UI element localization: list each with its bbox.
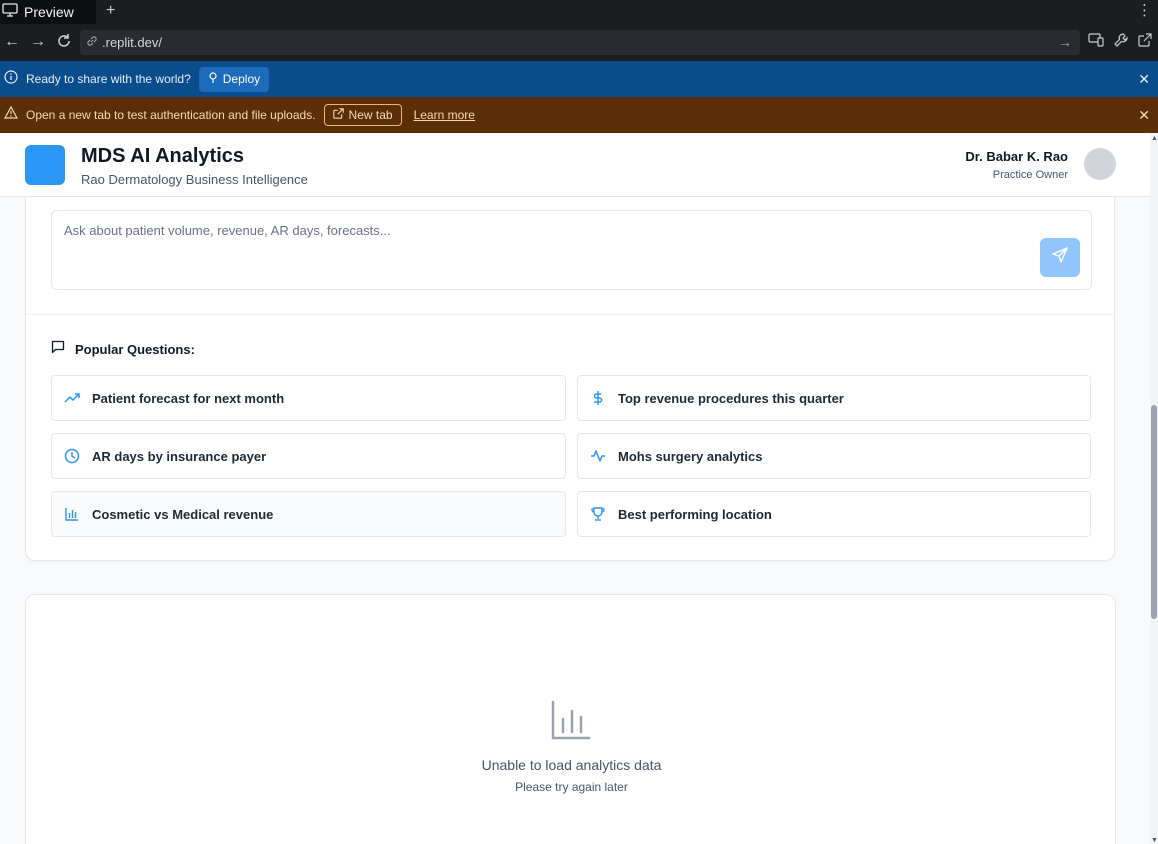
monitor-icon bbox=[2, 2, 18, 22]
bar-chart-icon bbox=[550, 699, 592, 746]
analytics-error-title: Unable to load analytics data bbox=[481, 757, 662, 773]
forward-arrow-icon[interactable]: → bbox=[30, 33, 46, 51]
app-subtitle: Rao Dermatology Business Intelligence bbox=[81, 172, 308, 187]
deploy-button[interactable]: Deploy bbox=[198, 66, 270, 92]
send-button[interactable] bbox=[1040, 238, 1080, 277]
scroll-down-icon[interactable]: ▼ bbox=[1151, 837, 1158, 844]
devices-icon[interactable] bbox=[1088, 33, 1104, 50]
tab-preview[interactable]: Preview bbox=[0, 0, 96, 24]
question-label: Patient forecast for next month bbox=[92, 390, 285, 406]
question-patient-forecast[interactable]: Patient forecast for next month bbox=[51, 375, 566, 421]
question-best-location[interactable]: Best performing location bbox=[577, 491, 1091, 537]
deploy-banner-text: Ready to share with the world? bbox=[26, 72, 191, 86]
deploy-button-label: Deploy bbox=[222, 72, 261, 86]
more-menu-icon[interactable]: ⋮ bbox=[1137, 1, 1152, 19]
clock-icon bbox=[64, 448, 80, 464]
question-label: Cosmetic vs Medical revenue bbox=[92, 506, 274, 522]
external-link-icon bbox=[332, 108, 344, 122]
analytics-card: Unable to load analytics data Please try… bbox=[25, 594, 1116, 844]
browser-toolbar-icons bbox=[1088, 33, 1152, 50]
app-logo bbox=[25, 145, 65, 185]
warning-icon bbox=[3, 105, 19, 124]
avatar[interactable] bbox=[1084, 148, 1116, 180]
close-deploy-banner-icon[interactable]: ✕ bbox=[1138, 71, 1150, 88]
url-input[interactable]: .replit.dev/ → bbox=[80, 30, 1080, 55]
question-ar-days[interactable]: AR days by insurance payer bbox=[51, 433, 566, 479]
go-arrow-icon[interactable]: → bbox=[1058, 34, 1072, 50]
deploy-icon bbox=[208, 71, 218, 87]
question-top-revenue[interactable]: Top revenue procedures this quarter bbox=[577, 375, 1091, 421]
external-link-icon[interactable] bbox=[1138, 33, 1152, 50]
scroll-thumb[interactable] bbox=[1151, 405, 1157, 619]
question-mohs-surgery[interactable]: Mohs surgery analytics bbox=[577, 433, 1091, 479]
page-scrollbar[interactable]: ▲ ▼ bbox=[1150, 133, 1158, 844]
app-title: MDS AI Analytics bbox=[81, 145, 244, 167]
back-arrow-icon[interactable]: ← bbox=[4, 33, 20, 51]
send-icon bbox=[1052, 247, 1068, 268]
user-role: Practice Owner bbox=[992, 169, 1068, 181]
analytics-error-subtitle: Please try again later bbox=[515, 780, 628, 794]
question-label: AR days by insurance payer bbox=[92, 448, 267, 464]
trophy-icon bbox=[590, 506, 606, 522]
learn-more-link[interactable]: Learn more bbox=[414, 108, 475, 122]
chat-input[interactable]: Ask about patient volume, revenue, AR da… bbox=[51, 210, 1092, 290]
popular-questions-heading: Popular Questions: bbox=[51, 340, 195, 359]
app-header: MDS AI Analytics Rao Dermatology Busines… bbox=[0, 133, 1150, 197]
chat-card: Ask about patient volume, revenue, AR da… bbox=[25, 190, 1115, 561]
divider bbox=[26, 314, 1114, 315]
auth-banner-text: Open a new tab to test authentication an… bbox=[26, 108, 316, 122]
link-icon bbox=[86, 34, 98, 52]
question-cosmetic-vs-medical[interactable]: Cosmetic vs Medical revenue bbox=[51, 491, 566, 537]
chat-placeholder: Ask about patient volume, revenue, AR da… bbox=[64, 223, 391, 238]
scroll-up-icon[interactable]: ▲ bbox=[1151, 135, 1158, 142]
url-text: .replit.dev/ bbox=[102, 35, 162, 50]
new-tab-label: New tab bbox=[348, 108, 393, 122]
wrench-icon[interactable] bbox=[1114, 33, 1128, 50]
tab-label: Preview bbox=[24, 4, 74, 20]
activity-icon bbox=[590, 448, 606, 464]
trending-up-icon bbox=[64, 390, 80, 406]
new-tab-button[interactable]: + bbox=[106, 2, 115, 20]
dollar-icon bbox=[590, 390, 606, 406]
new-tab-link-button[interactable]: New tab bbox=[323, 104, 402, 126]
close-auth-banner-icon[interactable]: ✕ bbox=[1138, 107, 1150, 124]
info-icon bbox=[4, 69, 18, 89]
bar-chart-icon bbox=[64, 506, 80, 522]
question-label: Top revenue procedures this quarter bbox=[618, 390, 844, 406]
auth-banner: Open a new tab to test authentication an… bbox=[0, 97, 1158, 133]
deploy-banner: Ready to share with the world? Deploy ✕ bbox=[0, 61, 1158, 97]
user-name: Dr. Babar K. Rao bbox=[965, 149, 1068, 164]
popular-questions-title: Popular Questions: bbox=[75, 342, 195, 357]
message-square-icon bbox=[51, 340, 65, 359]
browser-url-bar: ← → .replit.dev/ → bbox=[0, 24, 1158, 61]
reload-icon[interactable] bbox=[56, 33, 72, 54]
question-label: Best performing location bbox=[618, 506, 772, 522]
browser-tab-bar: Preview + ⋮ bbox=[0, 0, 1158, 24]
question-label: Mohs surgery analytics bbox=[618, 448, 763, 464]
